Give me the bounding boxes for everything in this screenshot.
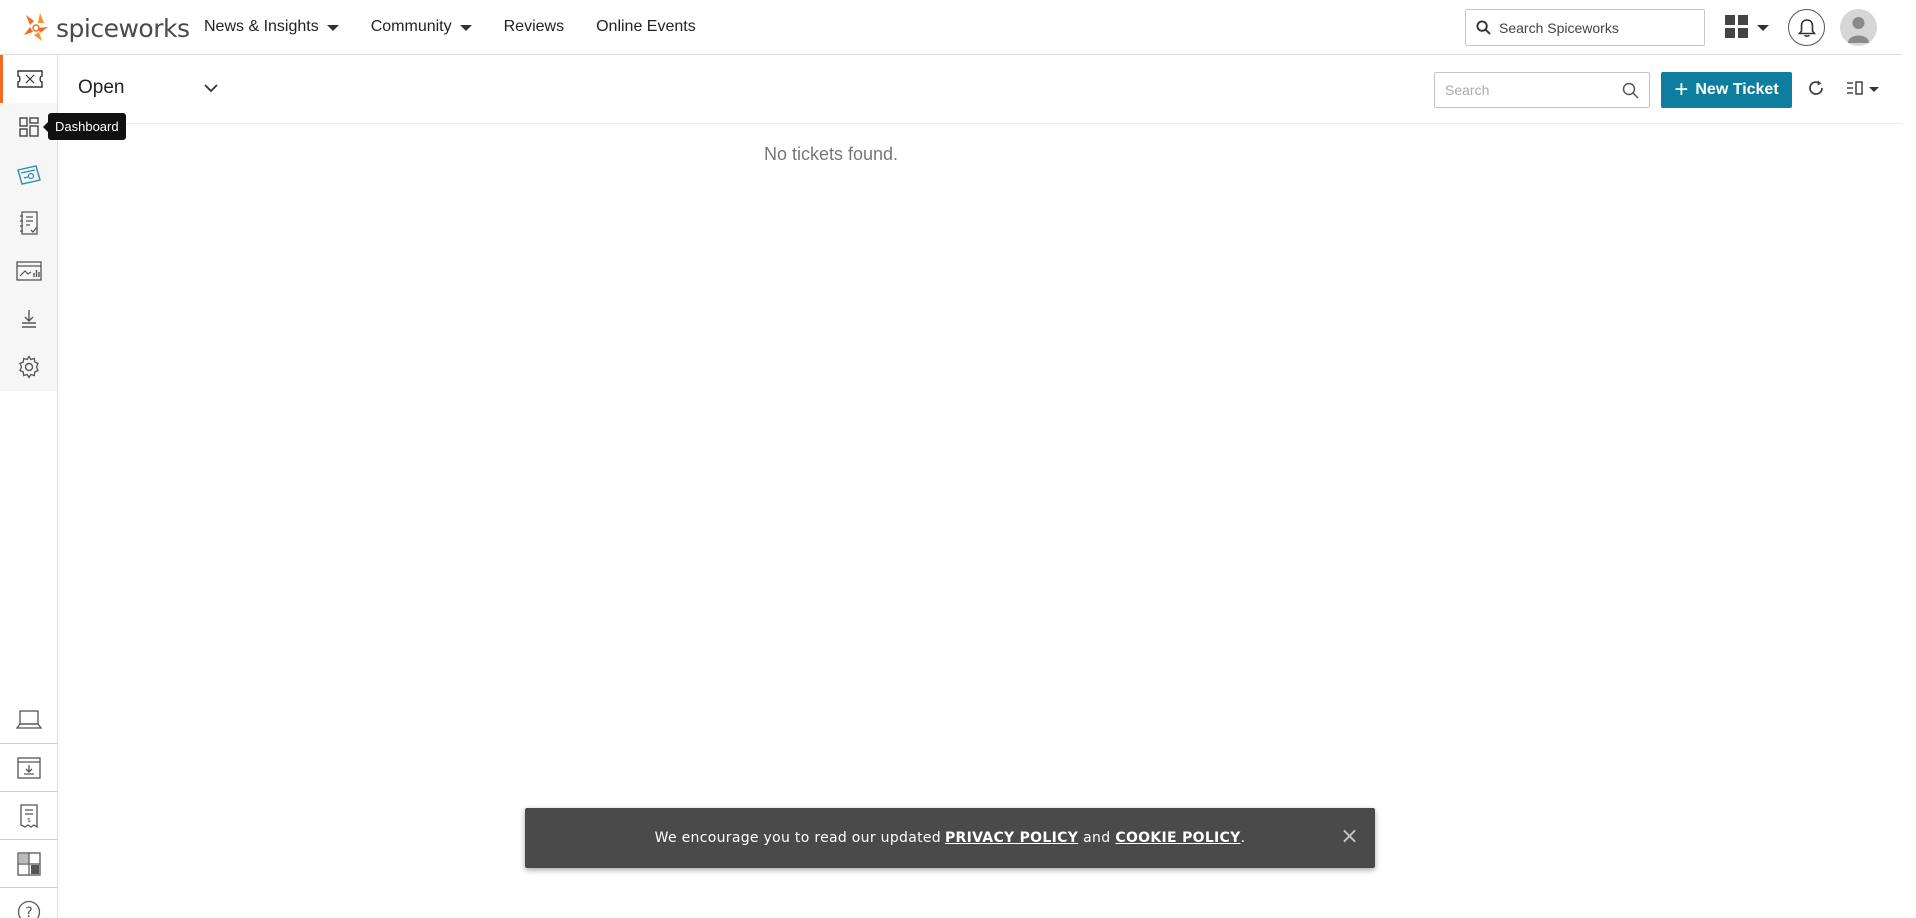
search-icon xyxy=(1476,20,1491,35)
ticket-search xyxy=(1434,72,1650,108)
checklist-icon xyxy=(19,211,38,235)
main-nav: News & Insights Community Reviews Online… xyxy=(204,0,728,54)
cookie-policy-link[interactable]: COOKIE POLICY xyxy=(1115,830,1240,846)
caret-down-icon xyxy=(459,25,472,31)
dashboard-icon xyxy=(18,117,39,137)
sidebar-item-checklist[interactable] xyxy=(0,199,57,247)
tickets-toolbar: Open + New Ticket xyxy=(58,55,1902,124)
empty-state-message: No tickets found. xyxy=(763,144,899,164)
bell-icon xyxy=(1797,18,1816,37)
logo-text: spiceworks xyxy=(56,13,190,43)
refresh-button[interactable] xyxy=(1807,79,1825,102)
sidebar-item-devices[interactable] xyxy=(0,696,57,744)
spiceworks-logo[interactable]: spiceworks xyxy=(20,8,190,48)
ticket-search-input[interactable] xyxy=(1445,82,1605,98)
caret-down-icon xyxy=(1869,86,1879,92)
top-navigation-bar: spiceworks News & Insights Community Rev… xyxy=(0,0,1902,55)
sidebar-top-group xyxy=(0,55,57,391)
sidebar-item-reports[interactable] xyxy=(0,247,57,295)
sidebar-bottom-group: $ ? xyxy=(0,696,57,918)
ticket-view-label: Open xyxy=(78,77,125,98)
nav-community-label: Community xyxy=(370,18,452,35)
chevron-down-icon xyxy=(204,83,218,92)
laptop-icon xyxy=(15,709,42,729)
privacy-banner: We encourage you to read our updated PRI… xyxy=(525,808,1375,868)
refresh-icon xyxy=(1809,80,1823,95)
plus-icon: + xyxy=(1674,76,1689,103)
sidebar-item-tickets[interactable] xyxy=(0,55,57,103)
sidebar-item-invoices[interactable]: $ xyxy=(0,792,57,840)
nav-community[interactable]: Community xyxy=(371,18,472,36)
avatar[interactable] xyxy=(1840,9,1877,46)
sidebar-item-inbox[interactable] xyxy=(0,744,57,792)
banner-text: We encourage you to read our updated xyxy=(654,830,941,846)
gear-icon xyxy=(18,355,39,379)
sidebar-item-settings[interactable] xyxy=(0,343,57,391)
download-icon xyxy=(21,310,36,328)
privacy-policy-link[interactable]: PRIVACY POLICY xyxy=(945,830,1078,846)
notifications-button[interactable] xyxy=(1788,9,1825,46)
layout-icon xyxy=(16,851,41,876)
inbox-download-icon xyxy=(16,756,41,779)
global-search-input[interactable] xyxy=(1499,19,1689,36)
svg-text:?: ? xyxy=(25,905,32,918)
nav-reviews-label: Reviews xyxy=(503,18,565,35)
apps-grid-icon xyxy=(1725,15,1748,38)
new-ticket-label: New Ticket xyxy=(1695,81,1779,98)
columns-icon xyxy=(1847,81,1863,95)
ticket-icon xyxy=(17,70,43,88)
caret-down-icon xyxy=(326,25,339,31)
sidebar-item-layout[interactable] xyxy=(0,840,57,888)
help-icon: ? xyxy=(17,900,40,918)
reports-icon xyxy=(15,261,42,281)
banner-and-text: and xyxy=(1083,830,1111,846)
tickets-tag-icon xyxy=(16,165,41,185)
new-ticket-button[interactable]: + New Ticket xyxy=(1661,72,1792,108)
nav-news-insights-label: News & Insights xyxy=(204,18,319,35)
banner-period: . xyxy=(1240,830,1246,846)
ticket-view-dropdown[interactable]: Open xyxy=(78,77,218,99)
caret-down-icon xyxy=(1757,25,1769,31)
nav-online-events-label: Online Events xyxy=(596,18,696,35)
user-silhouette-icon xyxy=(1848,17,1869,43)
svg-text:$: $ xyxy=(27,817,31,824)
sidebar-item-ticket-tags[interactable] xyxy=(0,151,57,199)
invoice-icon: $ xyxy=(19,803,38,828)
main-content: Open + New Ticket xyxy=(58,55,1902,918)
search-icon[interactable] xyxy=(1622,82,1639,99)
global-search xyxy=(1465,9,1705,46)
sidebar-item-downloads[interactable] xyxy=(0,295,57,343)
left-sidebar: $ ? xyxy=(0,55,58,918)
dashboard-tooltip: Dashboard xyxy=(43,113,126,140)
nav-reviews[interactable]: Reviews xyxy=(504,18,564,36)
sidebar-item-help[interactable]: ? xyxy=(0,888,57,918)
close-icon[interactable]: × xyxy=(1340,826,1359,848)
spiceworks-logo-icon xyxy=(24,13,48,41)
nav-online-events[interactable]: Online Events xyxy=(596,18,696,36)
nav-news-insights[interactable]: News & Insights xyxy=(204,18,339,36)
apps-menu-button[interactable] xyxy=(1725,15,1769,39)
column-settings-button[interactable] xyxy=(1846,81,1879,95)
